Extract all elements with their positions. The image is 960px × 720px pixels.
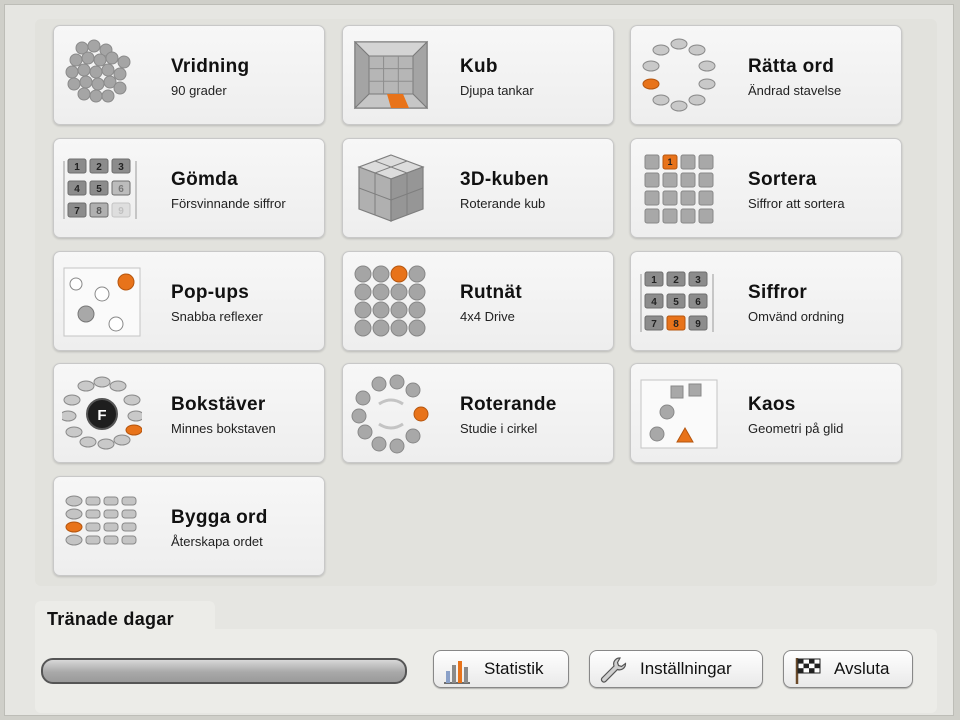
- svg-text:8: 8: [673, 319, 679, 330]
- rotating-circle-icon: [351, 374, 429, 454]
- svg-text:1: 1: [667, 157, 672, 167]
- button-label: Inställningar: [640, 659, 732, 678]
- svg-text:2: 2: [673, 275, 679, 286]
- tile-subtitle: Ändrad stavelse: [748, 83, 842, 98]
- svg-text:9: 9: [118, 206, 124, 217]
- button-label: Statistik: [484, 659, 544, 678]
- tile-3d-kuben[interactable]: 3D-kuben Roterande kub: [342, 138, 614, 238]
- installningar-button[interactable]: Inställningar: [589, 650, 763, 688]
- wrench-icon: [600, 657, 627, 683]
- word-ring-icon: [642, 38, 716, 112]
- tile-title: Kub: [460, 56, 498, 77]
- cube-3d-icon: [357, 154, 425, 222]
- tile-title: Kaos: [748, 394, 796, 415]
- svg-text:6: 6: [118, 184, 124, 195]
- tile-siffror[interactable]: 1 2 3 4 5 6 7 8 9 Siffror Omvänd ordning: [630, 251, 902, 351]
- tile-subtitle: Roterande kub: [460, 196, 546, 211]
- svg-text:9: 9: [695, 319, 701, 330]
- circle-grid-icon: [354, 265, 426, 337]
- tile-title: Gömda: [171, 169, 238, 190]
- svg-text:6: 6: [695, 297, 701, 308]
- tile-sortera[interactable]: 1 Sortera Siffror att sortera: [630, 138, 902, 238]
- tile-subtitle: Återskapa ordet: [171, 534, 263, 549]
- tile-title: Rutnät: [460, 282, 522, 303]
- shapes-icon: [640, 379, 718, 449]
- tile-ratta-ord[interactable]: Rätta ord Ändrad stavelse: [630, 25, 902, 125]
- tile-subtitle: Snabba reflexer: [171, 309, 263, 324]
- button-label: Avsluta: [834, 659, 890, 678]
- bar-chart-icon: [444, 661, 470, 684]
- popup-circles-icon: [63, 267, 141, 337]
- exercise-panel: Vridning 90 grader Kub Djupa tankar Rätt…: [35, 19, 937, 586]
- sort-grid-icon: 1: [644, 154, 714, 224]
- tile-title: Sortera: [748, 169, 817, 190]
- statistik-button[interactable]: Statistik: [433, 650, 569, 688]
- svg-text:4: 4: [651, 297, 657, 308]
- tile-subtitle: Siffror att sortera: [748, 196, 845, 211]
- number-grid-icon: 1 2 3 4 5 6 7 8 9: [63, 158, 137, 219]
- tile-title: Bygga ord: [171, 507, 268, 528]
- svg-text:8: 8: [96, 206, 102, 217]
- svg-text:1: 1: [74, 162, 80, 173]
- letter-ring-icon: F: [62, 376, 142, 450]
- tile-rutnat[interactable]: Rutnät 4x4 Drive: [342, 251, 614, 351]
- section-label: Tränade dagar: [47, 609, 174, 629]
- trained-days-section: Tränade dagar Statistik Inställningar Av…: [35, 601, 937, 713]
- tile-kaos[interactable]: Kaos Geometri på glid: [630, 363, 902, 463]
- svg-text:5: 5: [673, 297, 679, 308]
- svg-text:7: 7: [651, 319, 657, 330]
- svg-text:7: 7: [74, 206, 80, 217]
- tile-subtitle: Geometri på glid: [748, 421, 844, 436]
- dot-cluster-icon: [65, 39, 131, 103]
- tile-title: Pop-ups: [171, 282, 250, 303]
- tile-bygga-ord[interactable]: Bygga ord Återskapa ordet: [53, 476, 325, 576]
- tile-bokstaver[interactable]: F Bokstäver Minnes bokstaven: [53, 363, 325, 463]
- tile-subtitle: Djupa tankar: [460, 83, 534, 98]
- svg-text:3: 3: [695, 275, 701, 286]
- tile-subtitle: Försvinnande siffror: [171, 196, 286, 211]
- tile-vridning[interactable]: Vridning 90 grader: [53, 25, 325, 125]
- number-grid-reverse-icon: 1 2 3 4 5 6 7 8 9: [640, 271, 714, 332]
- svg-text:5: 5: [96, 184, 102, 195]
- tile-title: Vridning: [171, 56, 250, 77]
- app-window: Vridning 90 grader Kub Djupa tankar Rätt…: [4, 4, 954, 716]
- tile-gomda[interactable]: 1 2 3 4 5 6 7 8 9 Gömda Försvinnande siffror: [53, 138, 325, 238]
- tile-roterande[interactable]: Roterande Studie i cirkel: [342, 363, 614, 463]
- tile-subtitle: Studie i cirkel: [460, 421, 538, 436]
- tile-title: 3D-kuben: [460, 169, 549, 190]
- tile-subtitle: Minnes bokstaven: [171, 421, 276, 436]
- svg-text:3: 3: [118, 162, 124, 173]
- svg-text:F: F: [97, 407, 106, 424]
- trained-days-progress-bar: [41, 658, 407, 684]
- svg-text:2: 2: [96, 162, 102, 173]
- section-body: Statistik Inställningar Avsluta: [35, 629, 937, 713]
- tile-subtitle: 90 grader: [171, 83, 227, 98]
- checkered-flag-icon: [795, 658, 821, 684]
- tile-subtitle: Omvänd ordning: [748, 309, 845, 324]
- cube-room-icon: [353, 40, 429, 110]
- tile-title: Roterande: [460, 394, 557, 415]
- tile-title: Siffror: [748, 282, 808, 303]
- avsluta-button[interactable]: Avsluta: [783, 650, 913, 688]
- tile-kub[interactable]: Kub Djupa tankar: [342, 25, 614, 125]
- tile-subtitle: 4x4 Drive: [460, 309, 515, 324]
- tile-title: Rätta ord: [748, 56, 835, 77]
- tile-pop-ups[interactable]: Pop-ups Snabba reflexer: [53, 251, 325, 351]
- svg-text:4: 4: [74, 184, 80, 195]
- word-builder-icon: [65, 495, 137, 546]
- svg-text:1: 1: [651, 275, 657, 286]
- tile-title: Bokstäver: [171, 394, 266, 415]
